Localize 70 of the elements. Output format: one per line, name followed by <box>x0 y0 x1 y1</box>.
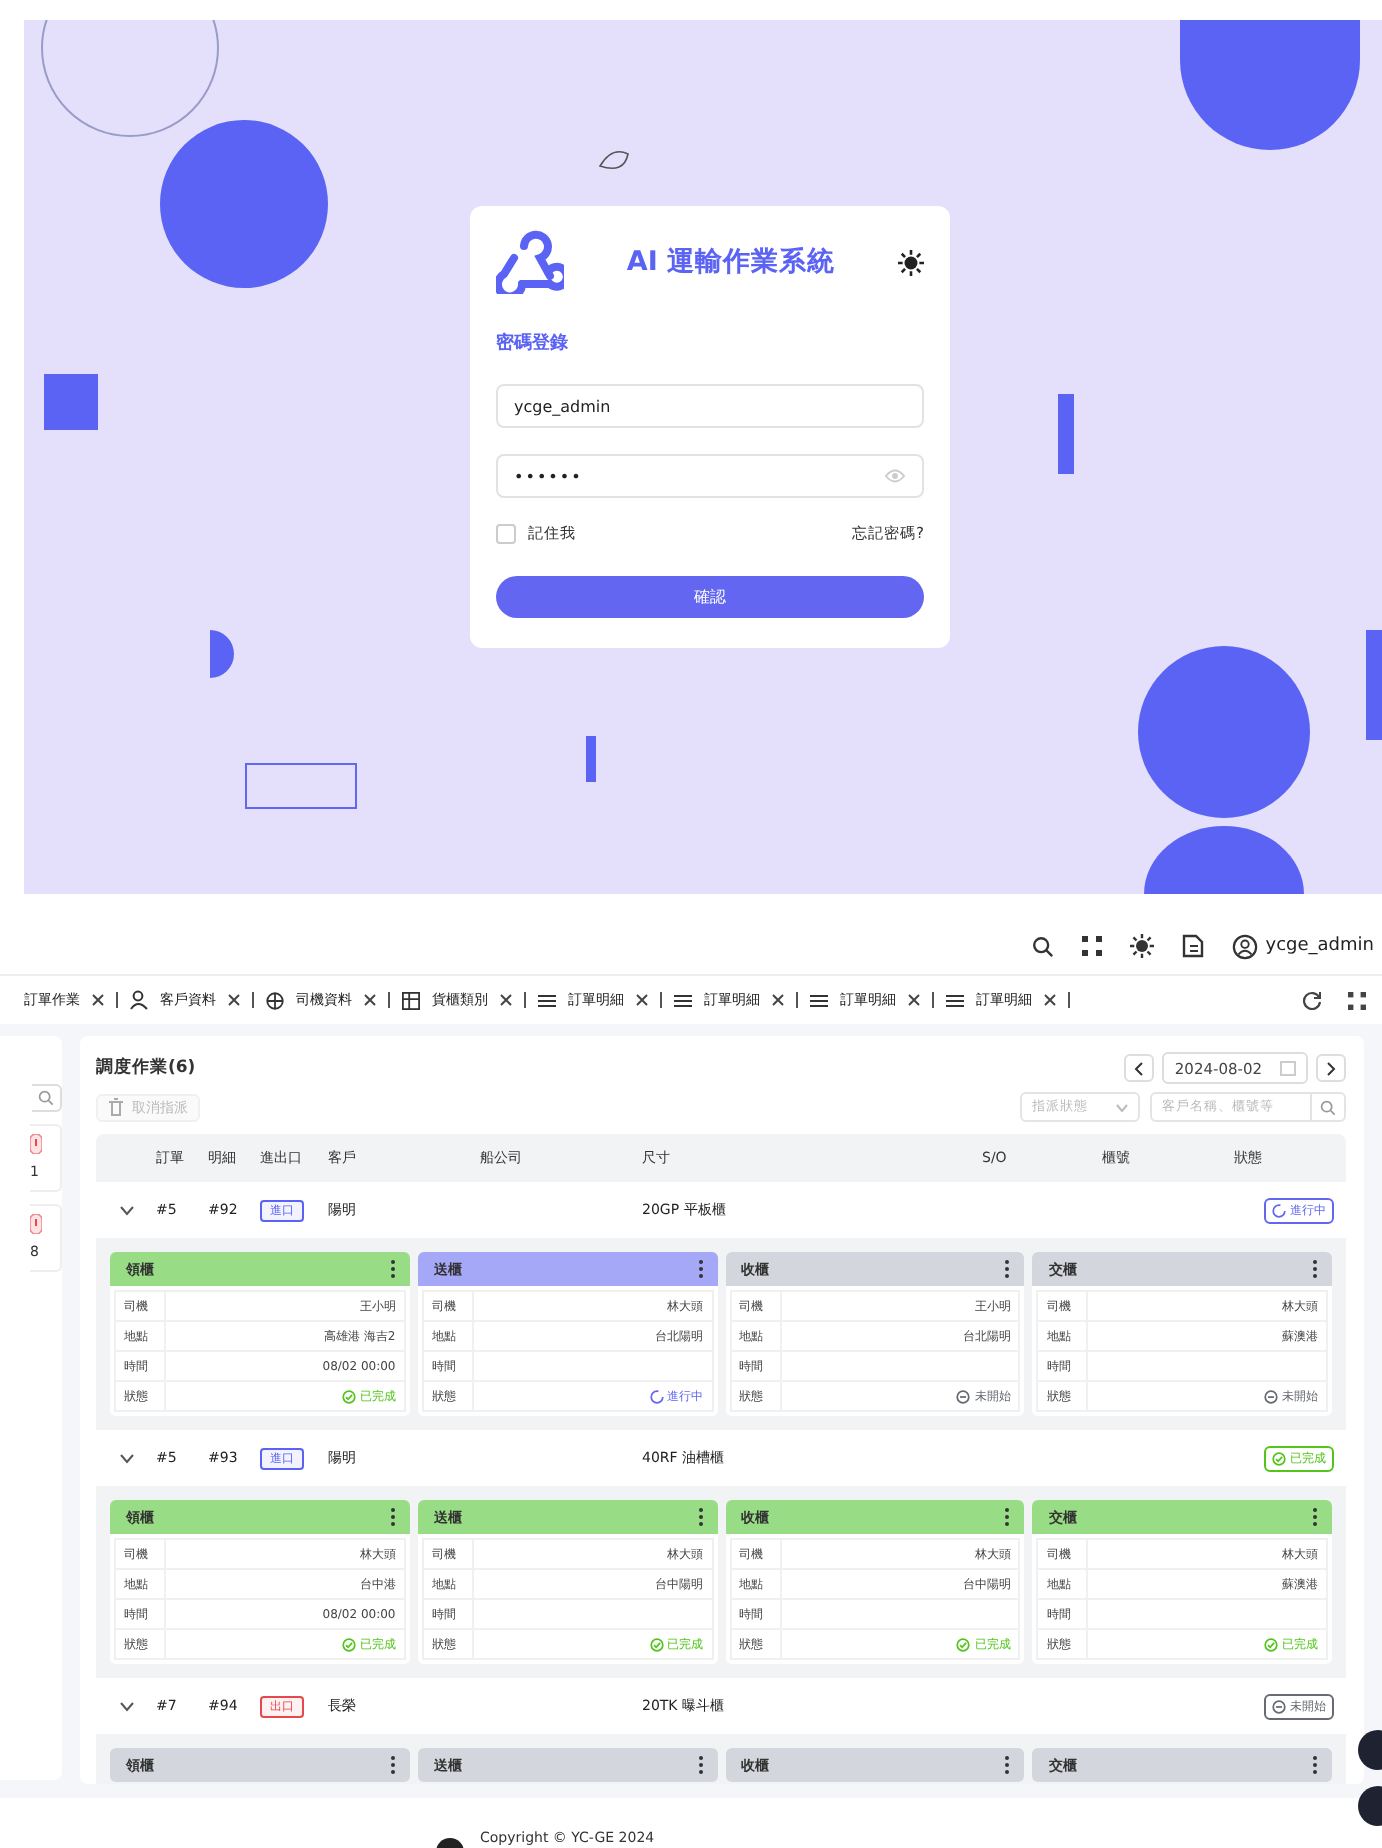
more-icon[interactable] <box>1004 1756 1011 1774</box>
close-icon[interactable] <box>92 994 104 1006</box>
check-circle-icon <box>341 1637 356 1651</box>
expand-chevron-icon[interactable] <box>119 1701 133 1711</box>
globe-icon <box>266 991 284 1009</box>
close-icon[interactable] <box>500 994 512 1006</box>
expand-chevron-icon[interactable] <box>119 1205 133 1215</box>
search-icon <box>38 1090 54 1106</box>
app-title: AI 運輸作業系統 <box>626 244 836 280</box>
more-icon[interactable] <box>389 1756 396 1774</box>
search-icon <box>1320 1099 1336 1115</box>
submit-button[interactable]: 確認 <box>496 576 924 618</box>
password-field[interactable]: •••••• <box>496 454 924 498</box>
check-circle-icon <box>1272 1451 1286 1465</box>
page-title: 調度作業(6) <box>96 1056 196 1080</box>
list-icon <box>674 993 692 1007</box>
minus-circle-icon <box>956 1389 971 1403</box>
document-icon[interactable] <box>1181 934 1204 958</box>
close-icon[interactable] <box>1044 994 1056 1006</box>
user-icon <box>1231 933 1258 959</box>
sun-icon[interactable] <box>1129 934 1154 958</box>
close-icon[interactable] <box>636 994 648 1006</box>
sun-icon[interactable] <box>897 249 924 275</box>
check-circle-icon <box>956 1637 971 1651</box>
more-icon[interactable] <box>1312 1756 1318 1774</box>
side-search-field[interactable] <box>32 1084 62 1112</box>
more-icon[interactable] <box>697 1260 703 1278</box>
check-circle-icon <box>341 1389 356 1403</box>
more-icon[interactable] <box>697 1508 703 1526</box>
chevron-left-icon <box>1134 1061 1145 1075</box>
alert-badge-icon <box>30 1134 42 1154</box>
next-button[interactable] <box>1316 1054 1346 1082</box>
more-icon[interactable] <box>1312 1260 1318 1278</box>
more-icon[interactable] <box>1004 1508 1011 1526</box>
minus-circle-icon <box>1264 1389 1278 1403</box>
more-icon[interactable] <box>1004 1260 1011 1278</box>
list-icon <box>538 993 556 1007</box>
list-icon <box>946 993 964 1007</box>
previous-button[interactable] <box>1124 1054 1155 1082</box>
close-icon[interactable] <box>228 994 240 1006</box>
spinner-circle-icon <box>1272 1203 1286 1217</box>
more-icon[interactable] <box>389 1508 396 1526</box>
refresh-icon[interactable] <box>1302 990 1322 1010</box>
person-icon <box>130 990 148 1010</box>
fullscreen-icon[interactable] <box>1081 936 1102 956</box>
grid-icon <box>402 991 420 1009</box>
check-circle-icon <box>1264 1637 1278 1651</box>
close-icon[interactable] <box>364 994 376 1006</box>
search-icon[interactable] <box>1031 935 1054 957</box>
list-icon <box>810 993 828 1007</box>
remember-checkbox[interactable] <box>496 524 516 544</box>
trash-icon <box>108 1098 124 1116</box>
more-icon[interactable] <box>1312 1508 1318 1526</box>
close-icon[interactable] <box>908 994 920 1006</box>
login-heading: 密碼登錄 <box>496 330 570 356</box>
check-circle-icon <box>649 1637 663 1651</box>
expand-chevron-icon[interactable] <box>119 1453 133 1463</box>
chevron-right-icon <box>1326 1061 1336 1075</box>
spinner-circle-icon <box>649 1389 663 1403</box>
chevron-down-icon <box>1116 1103 1128 1111</box>
webhook-logo-icon <box>496 230 564 294</box>
user-menu[interactable]: ycge_admin <box>1231 933 1374 959</box>
minus-circle-icon <box>1272 1699 1286 1713</box>
more-icon[interactable] <box>389 1260 396 1278</box>
calendar-icon <box>1280 1060 1296 1076</box>
fullscreen-icon[interactable] <box>1348 991 1366 1009</box>
alert-badge-icon <box>30 1214 42 1234</box>
username-field[interactable]: ycge_admin <box>496 384 924 428</box>
close-icon[interactable] <box>772 994 784 1006</box>
more-icon[interactable] <box>697 1756 703 1774</box>
